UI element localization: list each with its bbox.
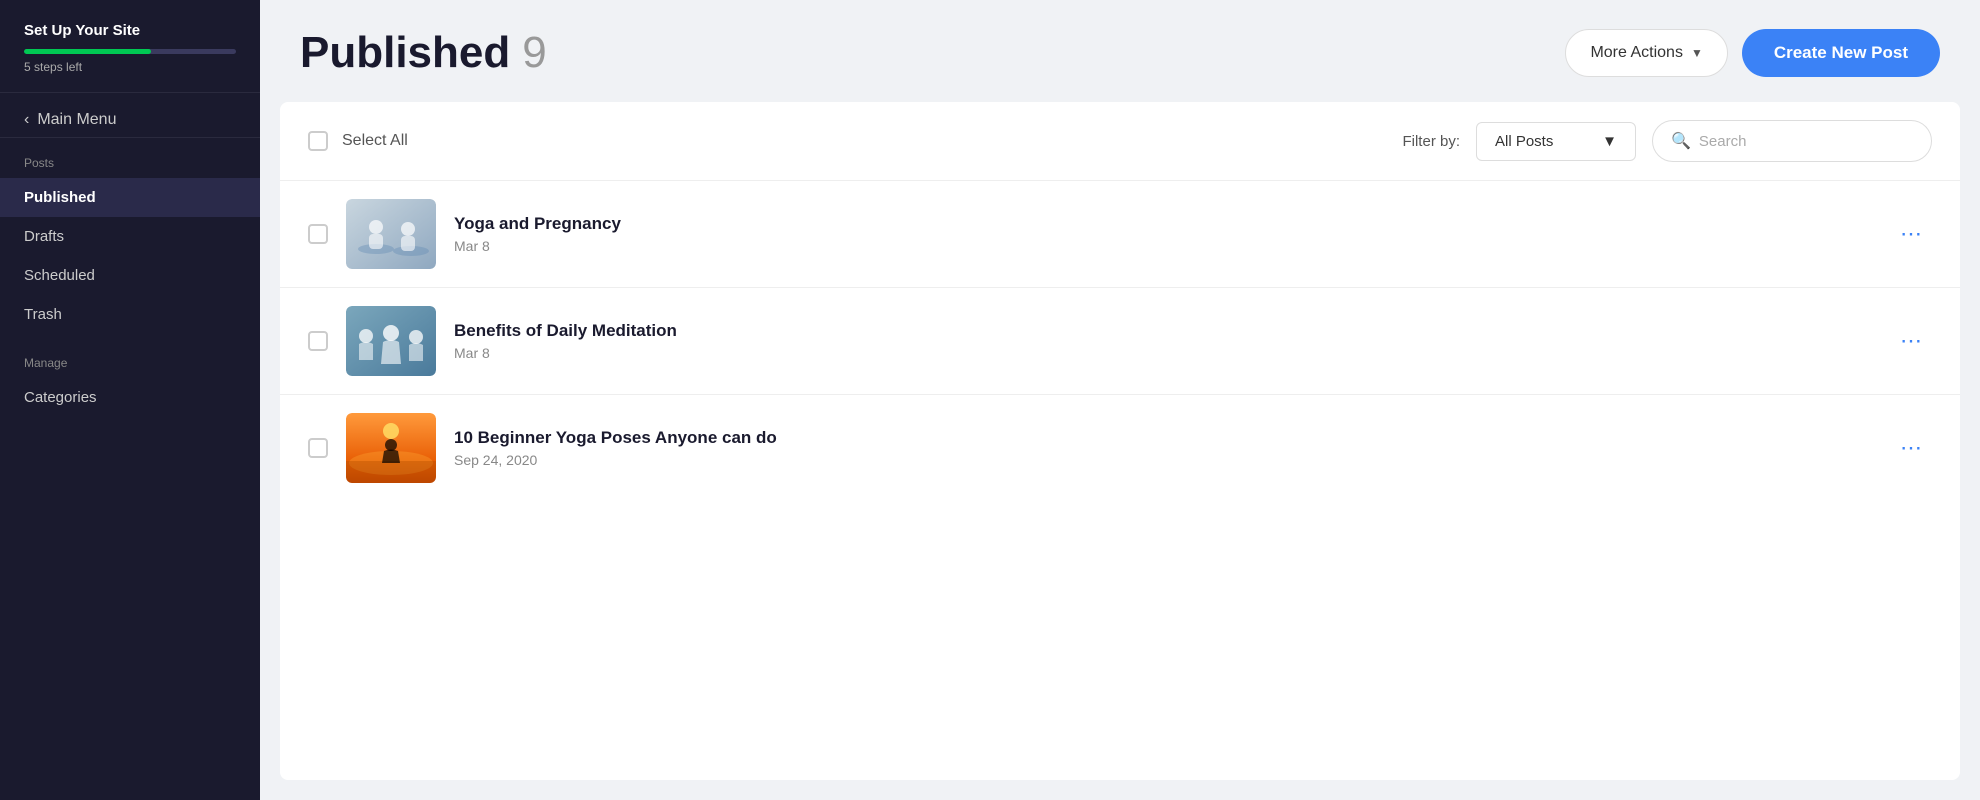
progress-bar-bg xyxy=(24,49,236,54)
post-more-button-3[interactable]: ⋯ xyxy=(1892,431,1932,465)
page-title-text: Published xyxy=(300,28,510,78)
create-post-button[interactable]: Create New Post xyxy=(1742,29,1940,77)
filter-value: All Posts xyxy=(1495,133,1553,150)
search-icon: 🔍 xyxy=(1671,131,1691,151)
post-info-3: 10 Beginner Yoga Poses Anyone can do Sep… xyxy=(454,428,1874,468)
posts-section-label: Posts xyxy=(0,156,260,178)
manage-label: Manage xyxy=(0,334,260,378)
search-box[interactable]: 🔍 xyxy=(1652,120,1932,162)
post-title-1: Yoga and Pregnancy xyxy=(454,214,1874,234)
post-thumbnail-1 xyxy=(346,199,436,269)
sidebar-item-scheduled[interactable]: Scheduled xyxy=(0,256,260,295)
post-row: 10 Beginner Yoga Poses Anyone can do Sep… xyxy=(280,395,1960,501)
post-thumbnail-2 xyxy=(346,306,436,376)
main-menu-button[interactable]: ‹ Main Menu xyxy=(0,93,260,138)
setup-title: Set Up Your Site xyxy=(24,22,236,39)
post-info-1: Yoga and Pregnancy Mar 8 xyxy=(454,214,1874,254)
chevron-down-icon: ▼ xyxy=(1691,46,1703,60)
steps-left: 5 steps left xyxy=(24,60,236,74)
posts-section: Posts Published Drafts Scheduled Trash xyxy=(0,138,260,334)
search-input[interactable] xyxy=(1699,133,1913,150)
sidebar-item-trash[interactable]: Trash xyxy=(0,295,260,334)
post-more-button-2[interactable]: ⋯ xyxy=(1892,324,1932,358)
more-actions-button[interactable]: More Actions ▼ xyxy=(1565,29,1727,77)
main-menu-label: Main Menu xyxy=(37,111,116,129)
filter-label: Filter by: xyxy=(1402,133,1460,150)
select-all-checkbox[interactable] xyxy=(308,131,328,151)
header-actions: More Actions ▼ Create New Post xyxy=(1565,29,1940,77)
sidebar-item-drafts[interactable]: Drafts xyxy=(0,217,260,256)
post-checkbox-1[interactable] xyxy=(308,224,328,244)
post-row: Yoga and Pregnancy Mar 8 ⋯ xyxy=(280,181,1960,288)
post-info-2: Benefits of Daily Meditation Mar 8 xyxy=(454,321,1874,361)
filter-dropdown[interactable]: All Posts ▼ xyxy=(1476,122,1636,161)
page-title: Published 9 xyxy=(300,28,547,78)
post-date-2: Mar 8 xyxy=(454,345,1874,361)
post-more-button-1[interactable]: ⋯ xyxy=(1892,217,1932,251)
post-checkbox-3[interactable] xyxy=(308,438,328,458)
back-arrow-icon: ‹ xyxy=(24,111,29,129)
post-title-3: 10 Beginner Yoga Poses Anyone can do xyxy=(454,428,1874,448)
more-actions-label: More Actions xyxy=(1590,44,1682,62)
select-all-label: Select All xyxy=(342,132,408,150)
main-header: Published 9 More Actions ▼ Create New Po… xyxy=(260,0,1980,102)
main-content: Published 9 More Actions ▼ Create New Po… xyxy=(260,0,1980,800)
filter-search-area: Filter by: All Posts ▼ 🔍 xyxy=(1402,120,1932,162)
sidebar-item-published[interactable]: Published xyxy=(0,178,260,217)
posts-toolbar: Select All Filter by: All Posts ▼ 🔍 xyxy=(280,102,1960,181)
post-thumbnail-3 xyxy=(346,413,436,483)
sidebar: Set Up Your Site 5 steps left ‹ Main Men… xyxy=(0,0,260,800)
posts-container: Select All Filter by: All Posts ▼ 🔍 xyxy=(280,102,1960,780)
select-all-area: Select All xyxy=(308,131,408,151)
post-checkbox-2[interactable] xyxy=(308,331,328,351)
post-date-3: Sep 24, 2020 xyxy=(454,452,1874,468)
post-title-2: Benefits of Daily Meditation xyxy=(454,321,1874,341)
filter-chevron-icon: ▼ xyxy=(1602,133,1617,150)
setup-section: Set Up Your Site 5 steps left xyxy=(0,0,260,93)
sidebar-item-categories[interactable]: Categories xyxy=(0,378,260,417)
progress-bar-fill xyxy=(24,49,151,54)
post-count-badge: 9 xyxy=(522,28,546,78)
post-row: Benefits of Daily Meditation Mar 8 ⋯ xyxy=(280,288,1960,395)
post-date-1: Mar 8 xyxy=(454,238,1874,254)
